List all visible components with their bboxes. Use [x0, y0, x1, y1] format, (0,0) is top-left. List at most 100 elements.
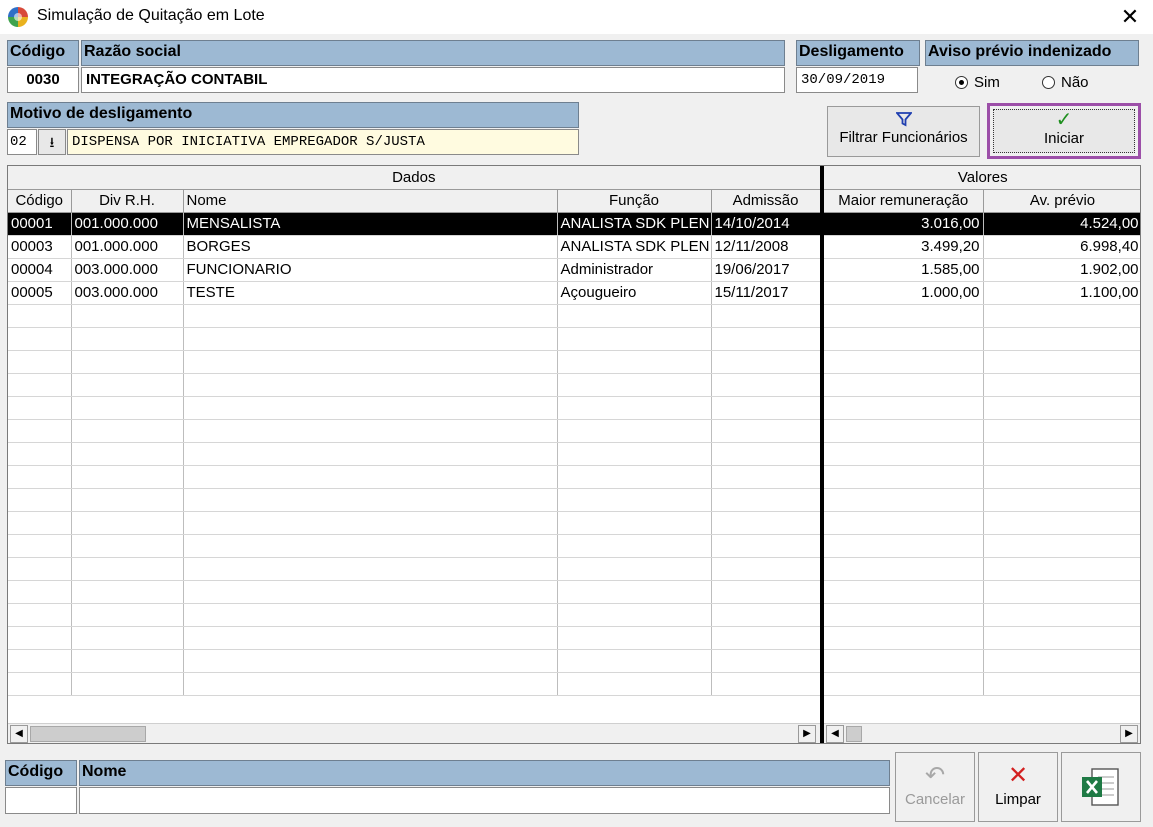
empty-cell: [183, 396, 558, 420]
valores-table: Valores Maior remuneração Av. prévio 3.0…: [824, 166, 1140, 696]
empty-cell: [71, 373, 184, 397]
radio-sim-dot[interactable]: [955, 76, 968, 89]
empty-cell: [71, 511, 184, 535]
cell-nome: BORGES: [183, 235, 558, 259]
empty-cell: [183, 603, 558, 627]
empty-row: [8, 557, 821, 581]
empty-cell: [8, 304, 72, 328]
dados-hscrollbar[interactable]: ◀ ▶: [8, 723, 820, 743]
cell-div-rh: 001.000.000: [71, 212, 184, 236]
col-av-previo[interactable]: Av. prévio: [983, 189, 1140, 213]
empty-cell: [983, 327, 1140, 351]
empty-row: [824, 488, 1140, 512]
radio-nao[interactable]: Não: [1042, 74, 1089, 91]
footer-codigo-field[interactable]: [5, 787, 77, 814]
empty-cell: [8, 580, 72, 604]
empty-cell: [711, 580, 821, 604]
scroll-right-icon[interactable]: ▶: [1120, 725, 1138, 743]
table-row[interactable]: 1.585,00 1.902,00: [824, 258, 1140, 282]
scroll-thumb[interactable]: [846, 726, 862, 742]
empty-cell: [183, 511, 558, 535]
empty-cell: [824, 350, 984, 374]
empresa-codigo-field[interactable]: 0030: [7, 67, 79, 93]
empty-cell: [8, 442, 72, 466]
cell-funcao: Administrador: [557, 258, 712, 282]
limpar-label: Limpar: [995, 791, 1041, 808]
x-icon: ✕: [1007, 762, 1029, 789]
empty-row: [8, 373, 821, 397]
limpar-button[interactable]: ✕ Limpar: [978, 752, 1058, 822]
col-admissao[interactable]: Admissão: [711, 189, 821, 213]
scroll-thumb[interactable]: [30, 726, 146, 742]
undo-icon: ↶: [924, 762, 946, 789]
empty-cell: [183, 649, 558, 673]
empty-row: [8, 442, 821, 466]
close-button[interactable]: ✕: [1107, 0, 1153, 34]
table-row[interactable]: 00005 003.000.000 TESTE Açougueiro 15/11…: [8, 281, 821, 305]
empty-cell: [557, 442, 712, 466]
empty-cell: [557, 304, 712, 328]
empty-row: [824, 672, 1140, 696]
radio-sim[interactable]: Sim: [955, 74, 1000, 91]
motivo-code-field[interactable]: 02: [7, 129, 37, 155]
empty-cell: [557, 327, 712, 351]
table-row[interactable]: 1.000,00 1.100,00: [824, 281, 1140, 305]
cell-maior-remuneracao: 1.000,00: [824, 281, 984, 305]
empty-cell: [183, 373, 558, 397]
motivo-lookup-button[interactable]: ⭳: [38, 129, 66, 155]
table-row[interactable]: 00003 001.000.000 BORGES ANALISTA SDK PL…: [8, 235, 821, 259]
col-maior-remuneracao[interactable]: Maior remuneração: [824, 189, 984, 213]
empty-cell: [824, 304, 984, 328]
radio-nao-dot[interactable]: [1042, 76, 1055, 89]
table-row[interactable]: 00001 001.000.000 MENSALISTA ANALISTA SD…: [8, 212, 821, 236]
excel-icon: [1062, 765, 1140, 806]
empty-cell: [183, 442, 558, 466]
cell-maior-remuneracao: 3.016,00: [824, 212, 984, 236]
empty-cell: [711, 603, 821, 627]
arrow-down-icon: ⭳: [49, 134, 55, 150]
empty-row: [8, 649, 821, 673]
empty-cell: [824, 557, 984, 581]
valores-hscrollbar[interactable]: ◀ ▶: [824, 723, 1140, 743]
empty-cell: [557, 603, 712, 627]
empty-cell: [71, 557, 184, 581]
empty-cell: [8, 672, 72, 696]
footer-nome-field[interactable]: [79, 787, 890, 814]
empty-row: [8, 465, 821, 489]
footer-codigo-header: Código: [5, 760, 77, 786]
empty-cell: [71, 649, 184, 673]
scroll-left-icon[interactable]: ◀: [10, 725, 28, 743]
radio-sim-label: Sim: [974, 74, 1000, 91]
cell-funcao: ANALISTA SDK PLEN: [557, 235, 712, 259]
table-row[interactable]: 00004 003.000.000 FUNCIONARIO Administra…: [8, 258, 821, 282]
empty-cell: [71, 465, 184, 489]
empty-row: [8, 304, 821, 328]
cell-av-previo: 4.524,00: [983, 212, 1140, 236]
cancelar-button[interactable]: ↶ Cancelar: [895, 752, 975, 822]
col-codigo[interactable]: Código: [8, 189, 72, 213]
employees-grid[interactable]: Dados Código Div R.H. Nome Função Admiss…: [7, 165, 1141, 744]
empty-cell: [557, 511, 712, 535]
razao-social-header: Razão social: [81, 40, 785, 66]
window-title: Simulação de Quitação em Lote: [37, 7, 265, 24]
filtrar-funcionarios-button[interactable]: Filtrar Funcionários: [827, 106, 980, 157]
scroll-right-icon[interactable]: ▶: [798, 725, 816, 743]
empty-cell: [557, 350, 712, 374]
scroll-left-icon[interactable]: ◀: [826, 725, 844, 743]
empty-row: [8, 580, 821, 604]
empty-cell: [824, 534, 984, 558]
col-div-rh[interactable]: Div R.H.: [71, 189, 184, 213]
table-row[interactable]: 3.499,20 6.998,40: [824, 235, 1140, 259]
cell-codigo: 00004: [8, 258, 72, 282]
empty-cell: [711, 373, 821, 397]
table-row[interactable]: 3.016,00 4.524,00: [824, 212, 1140, 236]
empty-cell: [71, 580, 184, 604]
excel-export-button[interactable]: [1061, 752, 1141, 822]
empty-cell: [183, 327, 558, 351]
empty-cell: [71, 396, 184, 420]
col-nome[interactable]: Nome: [183, 189, 558, 213]
empty-cell: [824, 419, 984, 443]
desligamento-date-field[interactable]: 30/09/2019: [796, 67, 918, 93]
col-funcao[interactable]: Função: [557, 189, 712, 213]
iniciar-button[interactable]: ✓ Iniciar: [993, 109, 1135, 153]
